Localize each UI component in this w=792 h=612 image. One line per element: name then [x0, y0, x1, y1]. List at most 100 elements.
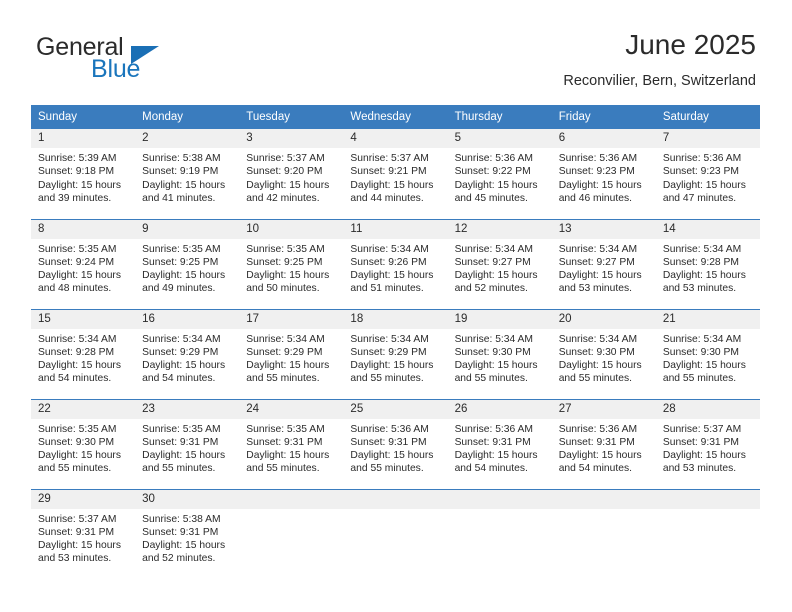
day-number — [551, 489, 656, 509]
day-cell[interactable]: 4 Sunrise: 5:37 AM Sunset: 9:21 PM Dayli… — [343, 129, 448, 219]
daylight-text-line2: and 55 minutes. — [350, 463, 424, 475]
daylight-text-line1: Daylight: 15 hours — [662, 270, 746, 282]
day-cell[interactable]: 23 Sunrise: 5:35 AM Sunset: 9:31 PM Dayl… — [135, 398, 240, 489]
day-cell[interactable]: 3 Sunrise: 5:37 AM Sunset: 9:20 PM Dayli… — [239, 129, 344, 219]
daylight-text-line2: and 45 minutes. — [454, 192, 528, 204]
day-number: 29 — [31, 489, 136, 509]
logo-text-blue: Blue — [91, 55, 141, 83]
day-details: Sunrise: 5:38 AM Sunset: 9:31 PM Dayligh… — [135, 509, 239, 566]
day-details: Sunrise: 5:37 AM Sunset: 9:20 PM Dayligh… — [239, 148, 343, 205]
daylight-text-line1: Daylight: 15 hours — [558, 360, 642, 372]
day-details: Sunrise: 5:36 AM Sunset: 9:23 PM Dayligh… — [656, 148, 760, 205]
day-details: Sunrise: 5:36 AM Sunset: 9:22 PM Dayligh… — [448, 148, 552, 205]
day-cell[interactable]: 22 Sunrise: 5:35 AM Sunset: 9:30 PM Dayl… — [31, 398, 136, 489]
daylight-text-line2: and 54 minutes. — [558, 463, 632, 475]
day-cell[interactable]: 20 Sunrise: 5:34 AM Sunset: 9:30 PM Dayl… — [551, 308, 656, 399]
day-number: 3 — [239, 129, 344, 148]
day-cell[interactable]: 26 Sunrise: 5:36 AM Sunset: 9:31 PM Dayl… — [447, 398, 552, 489]
sunset-text: Sunset: 9:25 PM — [246, 256, 323, 268]
day-number — [447, 489, 552, 509]
day-cell[interactable]: 5 Sunrise: 5:36 AM Sunset: 9:22 PM Dayli… — [447, 129, 552, 219]
sunrise-text: Sunrise: 5:37 AM — [246, 153, 325, 164]
daylight-text-line1: Daylight: 15 hours — [142, 270, 226, 282]
calendar-week-row: 1 Sunrise: 5:39 AM Sunset: 9:18 PM Dayli… — [31, 129, 760, 219]
sunrise-text: Sunrise: 5:36 AM — [454, 423, 533, 435]
daylight-text-line2: and 50 minutes. — [246, 283, 320, 295]
day-cell-empty — [343, 488, 448, 579]
daylight-text-line2: and 52 minutes. — [142, 553, 216, 565]
day-number: 23 — [135, 399, 240, 419]
day-cell[interactable]: 14 Sunrise: 5:34 AM Sunset: 9:28 PM Dayl… — [655, 218, 760, 309]
sunset-text: Sunset: 9:29 PM — [246, 346, 323, 358]
general-blue-logo[interactable]: General Blue — [36, 33, 236, 88]
day-cell[interactable]: 15 Sunrise: 5:34 AM Sunset: 9:28 PM Dayl… — [31, 308, 136, 399]
weekday-header-saturday: Saturday — [655, 105, 760, 129]
day-cell[interactable]: 25 Sunrise: 5:36 AM Sunset: 9:31 PM Dayl… — [343, 398, 448, 489]
day-cell[interactable]: 13 Sunrise: 5:34 AM Sunset: 9:27 PM Dayl… — [551, 218, 656, 309]
day-number: 27 — [551, 399, 656, 419]
day-details: Sunrise: 5:36 AM Sunset: 9:31 PM Dayligh… — [343, 419, 447, 476]
day-cell[interactable]: 27 Sunrise: 5:36 AM Sunset: 9:31 PM Dayl… — [551, 398, 656, 489]
day-cell[interactable]: 6 Sunrise: 5:36 AM Sunset: 9:23 PM Dayli… — [551, 129, 656, 219]
day-cell[interactable]: 28 Sunrise: 5:37 AM Sunset: 9:31 PM Dayl… — [655, 398, 760, 489]
day-cell[interactable]: 8 Sunrise: 5:35 AM Sunset: 9:24 PM Dayli… — [31, 218, 136, 309]
day-cell[interactable]: 19 Sunrise: 5:34 AM Sunset: 9:30 PM Dayl… — [447, 308, 552, 399]
sunset-text: Sunset: 9:29 PM — [142, 346, 219, 358]
day-cell[interactable]: 9 Sunrise: 5:35 AM Sunset: 9:25 PM Dayli… — [135, 218, 240, 309]
day-number: 2 — [135, 129, 240, 148]
daylight-text-line2: and 55 minutes. — [662, 373, 737, 385]
daylight-text-line1: Daylight: 15 hours — [558, 270, 642, 282]
daylight-text-line2: and 55 minutes. — [454, 373, 528, 385]
daylight-text-line1: Daylight: 15 hours — [350, 360, 434, 372]
day-cell[interactable]: 7 Sunrise: 5:36 AM Sunset: 9:23 PM Dayli… — [655, 129, 760, 219]
day-cell[interactable]: 17 Sunrise: 5:34 AM Sunset: 9:29 PM Dayl… — [239, 308, 344, 399]
sunrise-text: Sunrise: 5:35 AM — [38, 423, 117, 435]
sunrise-text: Sunrise: 5:37 AM — [350, 153, 429, 164]
day-number: 16 — [135, 309, 240, 329]
daylight-text-line2: and 41 minutes. — [142, 192, 216, 204]
day-number: 30 — [135, 489, 240, 509]
sunset-text: Sunset: 9:31 PM — [142, 526, 219, 538]
sunrise-text: Sunrise: 5:35 AM — [142, 243, 221, 255]
day-cell[interactable]: 11 Sunrise: 5:34 AM Sunset: 9:26 PM Dayl… — [343, 218, 448, 309]
day-number: 12 — [447, 219, 552, 239]
page-subtitle: Reconvilier, Bern, Switzerland — [563, 73, 756, 89]
day-cell[interactable]: 1 Sunrise: 5:39 AM Sunset: 9:18 PM Dayli… — [31, 129, 136, 219]
day-cell[interactable]: 21 Sunrise: 5:34 AM Sunset: 9:30 PM Dayl… — [655, 308, 760, 399]
day-number: 19 — [447, 309, 552, 329]
day-details: Sunrise: 5:36 AM Sunset: 9:23 PM Dayligh… — [552, 148, 656, 205]
day-cell[interactable]: 24 Sunrise: 5:35 AM Sunset: 9:31 PM Dayl… — [239, 398, 344, 489]
calendar-week-row: 15 Sunrise: 5:34 AM Sunset: 9:28 PM Dayl… — [31, 308, 760, 399]
daylight-text-line2: and 53 minutes. — [662, 283, 737, 295]
daylight-text-line2: and 47 minutes. — [662, 192, 737, 204]
daylight-text-line1: Daylight: 15 hours — [38, 360, 121, 372]
calendar-week-row: 8 Sunrise: 5:35 AM Sunset: 9:24 PM Dayli… — [31, 218, 760, 309]
day-cell[interactable]: 18 Sunrise: 5:34 AM Sunset: 9:29 PM Dayl… — [343, 308, 448, 399]
day-details: Sunrise: 5:36 AM Sunset: 9:31 PM Dayligh… — [448, 419, 552, 476]
day-cell[interactable]: 10 Sunrise: 5:35 AM Sunset: 9:25 PM Dayl… — [239, 218, 344, 309]
daylight-text-line2: and 54 minutes. — [38, 373, 112, 385]
sunrise-text: Sunrise: 5:36 AM — [558, 153, 638, 164]
sunrise-text: Sunrise: 5:34 AM — [662, 333, 742, 345]
day-details — [656, 509, 760, 513]
day-details: Sunrise: 5:34 AM Sunset: 9:27 PM Dayligh… — [448, 239, 552, 296]
sunrise-text: Sunrise: 5:34 AM — [350, 333, 429, 345]
calendar-table: Sunday Monday Tuesday Wednesday Thursday… — [31, 105, 760, 579]
sunrise-text: Sunrise: 5:35 AM — [38, 243, 117, 255]
weekday-header-friday: Friday — [551, 105, 656, 129]
day-cell[interactable]: 16 Sunrise: 5:34 AM Sunset: 9:29 PM Dayl… — [135, 308, 240, 399]
day-details — [343, 509, 447, 513]
day-details: Sunrise: 5:35 AM Sunset: 9:25 PM Dayligh… — [135, 239, 239, 296]
day-cell[interactable]: 29 Sunrise: 5:37 AM Sunset: 9:31 PM Dayl… — [31, 488, 136, 579]
day-cell[interactable]: 2 Sunrise: 5:38 AM Sunset: 9:19 PM Dayli… — [135, 129, 240, 219]
day-details: Sunrise: 5:34 AM Sunset: 9:28 PM Dayligh… — [31, 329, 135, 386]
daylight-text-line2: and 53 minutes. — [558, 283, 632, 295]
daylight-text-line1: Daylight: 15 hours — [454, 179, 538, 191]
daylight-text-line2: and 54 minutes. — [454, 463, 528, 475]
sunset-text: Sunset: 9:23 PM — [558, 166, 635, 178]
sunrise-text: Sunrise: 5:34 AM — [350, 243, 429, 255]
day-cell[interactable]: 30 Sunrise: 5:38 AM Sunset: 9:31 PM Dayl… — [135, 488, 240, 579]
weekday-header-sunday: Sunday — [31, 105, 136, 129]
day-cell[interactable]: 12 Sunrise: 5:34 AM Sunset: 9:27 PM Dayl… — [447, 218, 552, 309]
daylight-text-line2: and 46 minutes. — [558, 192, 632, 204]
